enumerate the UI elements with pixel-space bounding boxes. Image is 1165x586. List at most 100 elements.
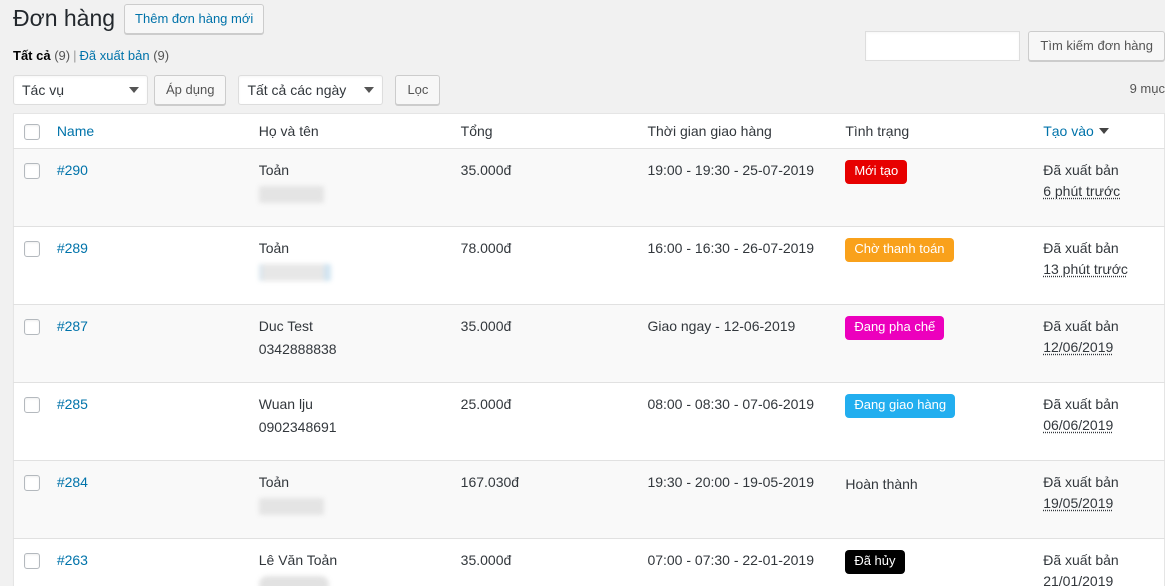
- order-id-link[interactable]: #284: [57, 474, 88, 490]
- publish-time[interactable]: 21/01/2019: [1043, 571, 1154, 586]
- publish-time[interactable]: 6 phút trước: [1043, 181, 1154, 202]
- table-row[interactable]: #284 Toản167.030đ19:30 - 20:00 - 19-05-20…: [14, 460, 1165, 538]
- orders-table-head: Name Họ và tên Tổng Thời gian giao hàng …: [14, 114, 1165, 149]
- view-published-link[interactable]: Đã xuất bản: [79, 48, 149, 63]
- status-badge: Chờ thanh toán: [845, 238, 953, 262]
- order-id-link[interactable]: #287: [57, 318, 88, 334]
- view-all-link[interactable]: Tất cả: [13, 48, 51, 63]
- table-header-row: Name Họ và tên Tổng Thời gian giao hàng …: [14, 114, 1165, 149]
- order-id-link[interactable]: #285: [57, 396, 88, 412]
- created-date-cell: Đã xuất bản6 phút trước: [1033, 148, 1164, 226]
- page-title: Đơn hàng: [13, 4, 115, 34]
- orders-table: Name Họ và tên Tổng Thời gian giao hàng …: [13, 113, 1165, 586]
- table-row[interactable]: #290Toản35.000đ19:00 - 19:30 - 25-07-201…: [14, 148, 1165, 226]
- order-id-cell: #290: [47, 148, 249, 226]
- apply-button[interactable]: Áp dụng: [154, 75, 226, 105]
- order-status-cell: Đang pha chế: [835, 304, 1033, 382]
- publish-time[interactable]: 12/06/2019: [1043, 337, 1154, 358]
- created-date-cell: Đã xuất bản21/01/2019: [1033, 538, 1164, 586]
- table-row[interactable]: #263Lê Văn Toản35.000đ07:00 - 07:30 - 22…: [14, 538, 1165, 586]
- order-id-cell: #287: [47, 304, 249, 382]
- row-select-checkbox[interactable]: [24, 241, 40, 257]
- customer-cell: Wuan lju0902348691: [249, 382, 451, 460]
- delivery-time: 07:00 - 07:30 - 22-01-2019: [637, 538, 835, 586]
- customer-name: Toản: [259, 238, 441, 259]
- row-select-checkbox[interactable]: [24, 163, 40, 179]
- publish-state: Đã xuất bản: [1043, 160, 1154, 181]
- publish-time[interactable]: 06/06/2019: [1043, 415, 1154, 436]
- row-checkbox-cell: [14, 382, 47, 460]
- status-badge: Đã hủy: [845, 550, 904, 574]
- orders-table-body: #290Toản35.000đ19:00 - 19:30 - 25-07-201…: [14, 148, 1165, 586]
- created-date-cell: Đã xuất bản06/06/2019: [1033, 382, 1164, 460]
- publish-state: Đã xuất bản: [1043, 472, 1154, 493]
- status-badge: Đang giao hàng: [845, 394, 955, 418]
- customer-phone-redacted: [259, 264, 331, 281]
- date-filter-select-wrap: Tất cả các ngàyTháng 7 2019Tháng 6 2019T…: [238, 75, 383, 105]
- row-select-checkbox[interactable]: [24, 319, 40, 335]
- order-id-link[interactable]: #289: [57, 240, 88, 256]
- customer-cell: Duc Test0342888838: [249, 304, 451, 382]
- publish-state: Đã xuất bản: [1043, 550, 1154, 571]
- order-id-cell: #289: [47, 226, 249, 304]
- order-id-cell: #284: [47, 460, 249, 538]
- publish-time[interactable]: 13 phút trước: [1043, 259, 1154, 280]
- row-select-checkbox[interactable]: [24, 553, 40, 569]
- order-total: 167.030đ: [451, 460, 638, 538]
- row-checkbox-cell: [14, 226, 47, 304]
- order-total: 35.000đ: [451, 148, 638, 226]
- row-select-checkbox[interactable]: [24, 397, 40, 413]
- view-published-count: (9): [153, 48, 169, 63]
- row-select-checkbox[interactable]: [24, 475, 40, 491]
- date-filter-select[interactable]: Tất cả các ngàyTháng 7 2019Tháng 6 2019T…: [238, 75, 383, 105]
- column-header-created-date-link[interactable]: Tạo vào: [1043, 123, 1094, 139]
- customer-phone-redacted: [259, 576, 329, 586]
- delivery-time: Giao ngay - 12-06-2019: [637, 304, 835, 382]
- add-new-order-button[interactable]: Thêm đơn hàng mới: [124, 4, 264, 34]
- customer-name: Wuan lju: [259, 394, 441, 415]
- customer-cell: Toản: [249, 226, 451, 304]
- column-header-created-date: Tạo vào: [1033, 114, 1164, 149]
- created-date-cell: Đã xuất bản19/05/2019: [1033, 460, 1164, 538]
- customer-phone: 0342888838: [259, 339, 441, 360]
- table-nav-top: Tác vụSửaChuyển vào thùng rác Áp dụng Tấ…: [13, 75, 1165, 107]
- table-row[interactable]: #289Toản78.000đ16:00 - 16:30 - 26-07-201…: [14, 226, 1165, 304]
- publish-time[interactable]: 19/05/2019: [1043, 493, 1154, 514]
- customer-cell: Lê Văn Toản: [249, 538, 451, 586]
- customer-phone-redacted: [259, 498, 324, 515]
- displaying-count: 9 mục: [1130, 81, 1165, 96]
- row-checkbox-cell: [14, 460, 47, 538]
- order-total: 25.000đ: [451, 382, 638, 460]
- order-status-cell: Chờ thanh toán: [835, 226, 1033, 304]
- table-row[interactable]: #287Duc Test034288883835.000đGiao ngay -…: [14, 304, 1165, 382]
- search-submit-button[interactable]: Tìm kiếm đơn hàng: [1028, 31, 1165, 61]
- customer-cell: Toản: [249, 460, 451, 538]
- delivery-time: 08:00 - 08:30 - 07-06-2019: [637, 382, 835, 460]
- delivery-time: 19:30 - 20:00 - 19-05-2019: [637, 460, 835, 538]
- select-all-checkbox[interactable]: [24, 124, 40, 140]
- column-header-name-link[interactable]: Name: [57, 123, 94, 139]
- column-header-checkbox: [14, 114, 47, 149]
- view-published: Đã xuất bản (9): [79, 48, 169, 63]
- table-nav-actions: Tác vụSửaChuyển vào thùng rác Áp dụng Tấ…: [13, 75, 440, 105]
- search-input[interactable]: [865, 31, 1020, 61]
- order-id-link[interactable]: #290: [57, 162, 88, 178]
- created-date-cell: Đã xuất bản13 phút trước: [1033, 226, 1164, 304]
- view-all: Tất cả (9)|: [13, 48, 79, 63]
- order-id-link[interactable]: #263: [57, 552, 88, 568]
- column-header-delivery-time: Thời gian giao hàng: [637, 114, 835, 149]
- status-badge: Đang pha chế: [845, 316, 944, 340]
- column-header-status: Tình trạng: [835, 114, 1033, 149]
- filter-button[interactable]: Lọc: [395, 75, 440, 105]
- customer-name: Toản: [259, 160, 441, 181]
- orders-page: Đơn hàng Thêm đơn hàng mới Tìm kiếm đơn …: [0, 0, 1165, 586]
- bulk-action-select[interactable]: Tác vụSửaChuyển vào thùng rác: [13, 75, 148, 105]
- publish-state: Đã xuất bản: [1043, 316, 1154, 337]
- row-checkbox-cell: [14, 538, 47, 586]
- search-box: Tìm kiếm đơn hàng: [865, 31, 1165, 61]
- customer-name: Duc Test: [259, 316, 441, 337]
- status-badge: Hoàn thành: [845, 472, 917, 495]
- order-status-cell: Hoàn thành: [835, 460, 1033, 538]
- table-row[interactable]: #285 Wuan lju090234869125.000đ08:00 - 08:…: [14, 382, 1165, 460]
- order-total: 35.000đ: [451, 304, 638, 382]
